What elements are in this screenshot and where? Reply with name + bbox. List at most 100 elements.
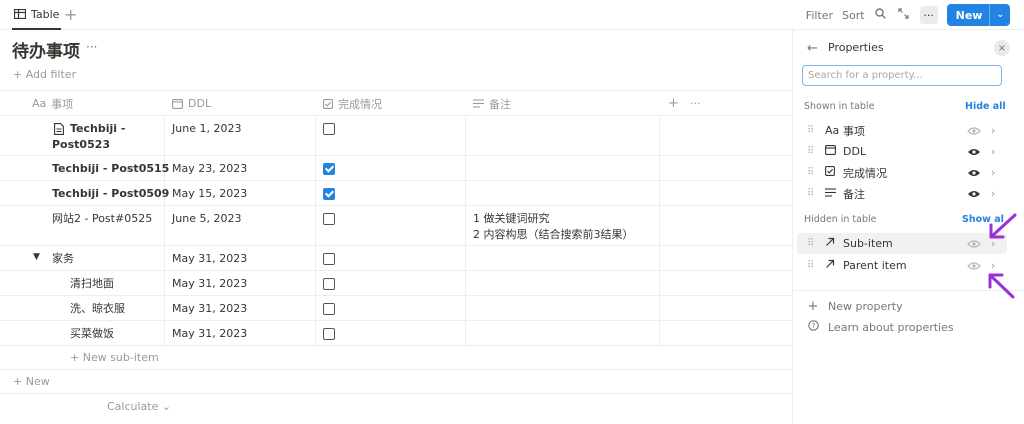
row-name-cell[interactable]: Techbiji - Post0515 — [44, 156, 177, 180]
eye-icon[interactable] — [967, 190, 981, 198]
done-checkbox[interactable] — [323, 213, 335, 225]
table-row[interactable]: Techbiji - Post0515 May 23, 2023 — [0, 156, 792, 181]
add-view-button[interactable]: + — [64, 5, 77, 24]
eye-icon[interactable] — [967, 126, 981, 135]
table-row[interactable]: 网站2 - Post#0525 June 5, 2023 1 做关键词研究 2 … — [0, 206, 792, 246]
done-checkbox[interactable] — [323, 303, 335, 315]
row-name-cell[interactable]: Techbiji - Post0509 — [44, 181, 177, 205]
new-button[interactable]: New ⌄ — [946, 4, 1010, 26]
new-row-button[interactable]: + New — [13, 375, 50, 388]
chevron-right-icon[interactable]: › — [991, 187, 1001, 200]
row-notes-cell[interactable] — [465, 181, 481, 205]
relation-arrow-icon — [825, 259, 841, 272]
row-ddl-cell[interactable]: May 31, 2023 — [164, 296, 255, 320]
row-status-cell[interactable] — [315, 156, 343, 180]
add-column-button[interactable]: + — [660, 91, 679, 116]
property-item-ddl[interactable]: ⠿ DDL › — [797, 141, 1007, 162]
row-status-cell[interactable] — [315, 321, 343, 345]
column-more-button[interactable]: ··· — [682, 91, 701, 116]
page-title[interactable]: 待办事项 — [12, 37, 80, 62]
expand-icon[interactable] — [897, 8, 911, 22]
row-name-cell[interactable]: Techbiji - Post0523 — [44, 116, 164, 155]
row-name-cell[interactable]: 家务 — [44, 246, 82, 270]
done-checkbox[interactable] — [323, 278, 335, 290]
table-row[interactable]: 洗、晾衣服 May 31, 2023 — [0, 296, 792, 321]
checkbox-icon — [825, 166, 841, 179]
row-name-cell[interactable]: 洗、晾衣服 — [62, 296, 133, 320]
done-checkbox[interactable] — [323, 123, 335, 135]
table-row[interactable]: 清扫地面 May 31, 2023 — [0, 271, 792, 296]
chevron-right-icon[interactable]: › — [991, 124, 1001, 137]
row-notes-cell[interactable] — [465, 116, 481, 155]
chevron-right-icon[interactable]: › — [991, 145, 1001, 158]
title-more-button[interactable]: ··· — [86, 40, 97, 54]
new-sub-item-row: + New sub-item — [0, 346, 792, 370]
column-header-status[interactable]: 完成情况 — [315, 91, 382, 116]
eye-icon[interactable] — [967, 169, 981, 177]
column-header-notes[interactable]: 备注 — [465, 91, 511, 116]
property-search-input[interactable] — [802, 65, 1002, 86]
drag-handle-icon[interactable]: ⠿ — [807, 260, 821, 271]
new-sub-item-button[interactable]: + New sub-item — [70, 351, 159, 364]
back-arrow-icon[interactable]: ← — [807, 41, 818, 56]
table-row[interactable]: 买菜做饭 May 31, 2023 — [0, 321, 792, 346]
sort-button[interactable]: Sort — [842, 9, 865, 22]
table-row[interactable]: ▼ 家务 May 31, 2023 — [0, 246, 792, 271]
row-ddl-cell[interactable]: May 23, 2023 — [164, 156, 255, 180]
calculate-button[interactable]: Calculate ⌄ — [107, 400, 171, 413]
row-name-cell[interactable]: 网站2 - Post#0525 — [44, 206, 160, 245]
chevron-right-icon[interactable]: › — [991, 166, 1001, 179]
done-checkbox[interactable] — [323, 253, 335, 265]
drag-handle-icon[interactable]: ⠿ — [807, 238, 821, 249]
row-name-cell[interactable]: 清扫地面 — [62, 271, 122, 295]
row-ddl-cell[interactable]: May 31, 2023 — [164, 271, 255, 295]
row-ddl-cell[interactable]: June 5, 2023 — [164, 206, 249, 245]
property-item-name[interactable]: ⠿ Aa 事项 › — [797, 120, 1007, 141]
table-row[interactable]: Techbiji - Post0523 June 1, 2023 — [0, 116, 792, 156]
done-checkbox[interactable] — [323, 188, 335, 200]
more-options-button[interactable]: ··· — [919, 6, 938, 24]
drag-handle-icon[interactable]: ⠿ — [807, 167, 821, 178]
view-tab-table[interactable]: Table — [12, 0, 62, 30]
column-header-name[interactable]: Aa 事项 — [24, 91, 73, 116]
row-status-cell[interactable] — [315, 271, 343, 295]
filter-button[interactable]: Filter — [806, 9, 833, 22]
table-row[interactable]: Techbiji - Post0509 May 15, 2023 — [0, 181, 792, 206]
chevron-down-icon[interactable]: ⌄ — [990, 10, 1010, 20]
row-status-cell[interactable] — [315, 246, 343, 270]
column-header-ddl[interactable]: DDL — [164, 91, 211, 116]
panel-title: Properties — [828, 41, 884, 54]
close-icon[interactable]: × — [994, 40, 1010, 56]
learn-properties-link[interactable]: ? Learn about properties — [807, 320, 954, 335]
drag-handle-icon[interactable]: ⠿ — [807, 125, 821, 136]
row-ddl-cell[interactable]: May 31, 2023 — [164, 321, 255, 345]
toolbar-actions: Filter Sort ··· New ⌄ — [806, 4, 1010, 26]
row-notes-cell[interactable] — [465, 156, 481, 180]
drag-handle-icon[interactable]: ⠿ — [807, 188, 821, 199]
done-checkbox[interactable] — [323, 163, 335, 175]
row-status-cell[interactable] — [315, 206, 343, 245]
row-ddl-cell[interactable]: June 1, 2023 — [164, 116, 249, 155]
row-ddl-cell[interactable]: May 31, 2023 — [164, 246, 255, 270]
add-filter-button[interactable]: + Add filter — [13, 68, 76, 81]
hide-all-button[interactable]: Hide all — [965, 101, 1006, 112]
done-checkbox[interactable] — [323, 328, 335, 340]
row-name-cell[interactable]: 买菜做饭 — [62, 321, 122, 345]
row-ddl-cell[interactable]: May 15, 2023 — [164, 181, 255, 205]
row-notes-cell[interactable] — [465, 296, 481, 320]
property-item-notes[interactable]: ⠿ 备注 › — [797, 183, 1007, 204]
row-status-cell[interactable] — [315, 181, 343, 205]
row-notes-cell[interactable]: 1 做关键词研究 2 内容构思（结合搜索前3结果） — [465, 206, 659, 245]
new-property-button[interactable]: + New property — [807, 299, 903, 314]
row-status-cell[interactable] — [315, 296, 343, 320]
property-item-status[interactable]: ⠿ 完成情况 › — [797, 162, 1007, 183]
row-notes-cell[interactable] — [465, 271, 481, 295]
drag-handle-icon[interactable]: ⠿ — [807, 146, 821, 157]
row-notes-cell[interactable] — [465, 321, 481, 345]
search-icon[interactable] — [874, 8, 888, 22]
text-lines-icon — [825, 187, 841, 200]
row-notes-cell[interactable] — [465, 246, 481, 270]
toggle-arrow-icon[interactable]: ▼ — [33, 252, 40, 262]
eye-icon[interactable] — [967, 148, 981, 156]
row-status-cell[interactable] — [315, 116, 343, 155]
